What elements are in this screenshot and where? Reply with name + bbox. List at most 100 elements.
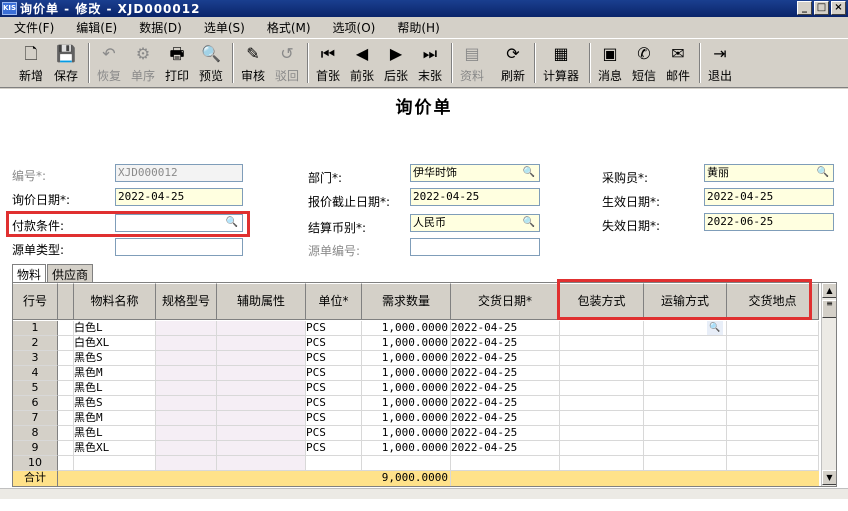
table-cell[interactable] xyxy=(217,366,306,381)
column-header[interactable] xyxy=(58,283,74,320)
table-cell[interactable]: PCS xyxy=(306,396,362,411)
table-row[interactable]: 7 黑色M PCS 1,000.0000 2022-04-25 xyxy=(13,411,819,426)
table-cell[interactable]: 1,000.0000 xyxy=(362,396,451,411)
table-cell[interactable] xyxy=(727,321,819,336)
table-cell[interactable]: 2022-04-25 xyxy=(451,441,560,456)
scroll-down-icon[interactable]: ▼ xyxy=(822,470,836,485)
restore-button[interactable]: ↶ 恢复 xyxy=(92,42,126,86)
table-cell[interactable] xyxy=(58,411,74,426)
table-cell[interactable] xyxy=(74,456,156,471)
table-cell[interactable] xyxy=(306,456,362,471)
menu-help[interactable]: 帮助(H) xyxy=(397,19,439,36)
table-cell[interactable] xyxy=(156,411,217,426)
column-header[interactable]: 辅助属性 xyxy=(217,283,306,320)
source-type-field[interactable] xyxy=(115,238,243,256)
table-cell[interactable]: 2022-04-25 xyxy=(451,321,560,336)
table-cell[interactable] xyxy=(156,381,217,396)
sequence-button[interactable]: ⚙ 单序 xyxy=(126,42,160,86)
table-cell[interactable] xyxy=(58,426,74,441)
table-row[interactable]: 6 黑色S PCS 1,000.0000 2022-04-25 xyxy=(13,396,819,411)
calculator-button[interactable]: ▦ 计算器 xyxy=(538,42,584,86)
table-cell[interactable] xyxy=(644,441,727,456)
table-cell[interactable]: 黑色XL xyxy=(74,441,156,456)
table-cell[interactable]: 2022-04-25 xyxy=(451,426,560,441)
message-button[interactable]: ▣ 消息 xyxy=(593,42,627,86)
table-cell[interactable] xyxy=(560,351,644,366)
column-header[interactable]: 单位* xyxy=(306,283,362,320)
inquiry-date-field[interactable]: 2022-04-25 xyxy=(115,188,243,206)
column-header[interactable]: 物料名称 xyxy=(74,283,156,320)
table-cell[interactable] xyxy=(560,441,644,456)
menu-edit[interactable]: 编辑(E) xyxy=(76,19,117,36)
table-cell[interactable] xyxy=(727,396,819,411)
table-cell[interactable]: 白色XL xyxy=(74,336,156,351)
table-row[interactable]: 2 白色XL PCS 1,000.0000 2022-04-25 xyxy=(13,336,819,351)
number-field[interactable]: XJD000012 xyxy=(115,164,243,182)
effective-date-field[interactable]: 2022-04-25 xyxy=(704,188,834,206)
table-cell[interactable] xyxy=(58,351,74,366)
table-cell[interactable] xyxy=(156,396,217,411)
horizontal-scrollbar[interactable] xyxy=(0,488,848,499)
table-cell[interactable] xyxy=(451,456,560,471)
table-cell[interactable]: 1,000.0000 xyxy=(362,441,451,456)
approve-button[interactable]: ✎ 审核 xyxy=(236,42,270,86)
table-cell[interactable] xyxy=(217,411,306,426)
table-cell[interactable] xyxy=(58,321,74,336)
sms-button[interactable]: ✆ 短信 xyxy=(627,42,661,86)
table-cell[interactable]: 2022-04-25 xyxy=(451,381,560,396)
table-cell[interactable]: PCS xyxy=(306,441,362,456)
table-cell[interactable]: PCS xyxy=(306,411,362,426)
quote-deadline-field[interactable]: 2022-04-25 xyxy=(410,188,540,206)
table-cell[interactable] xyxy=(58,441,74,456)
column-header[interactable]: 规格型号 xyxy=(156,283,217,320)
next-button[interactable]: ▶ 后张 xyxy=(379,42,413,86)
close-button[interactable]: × xyxy=(831,1,846,15)
table-cell[interactable] xyxy=(644,351,727,366)
table-cell[interactable] xyxy=(156,351,217,366)
currency-field[interactable]: 人民币 🔍 xyxy=(410,214,540,232)
table-cell[interactable]: 2022-04-25 xyxy=(451,396,560,411)
table-cell[interactable] xyxy=(560,456,644,471)
table-cell[interactable] xyxy=(560,336,644,351)
table-cell[interactable]: 黑色M xyxy=(74,366,156,381)
table-cell[interactable] xyxy=(217,456,306,471)
reject-button[interactable]: ↺ 驳回 xyxy=(270,42,304,86)
lookup-icon[interactable]: 🔍 xyxy=(815,166,831,180)
table-cell[interactable] xyxy=(58,456,74,471)
info-button[interactable]: ▤ 资料 xyxy=(455,42,489,86)
menu-format[interactable]: 格式(M) xyxy=(267,19,311,36)
table-cell[interactable]: PCS xyxy=(306,381,362,396)
table-cell[interactable] xyxy=(362,456,451,471)
table-cell[interactable] xyxy=(217,351,306,366)
table-cell[interactable]: 1,000.0000 xyxy=(362,366,451,381)
table-cell[interactable] xyxy=(217,321,306,336)
print-button[interactable]: 🖶 打印 xyxy=(160,42,194,86)
table-cell[interactable] xyxy=(156,321,217,336)
table-cell[interactable] xyxy=(156,426,217,441)
table-cell[interactable] xyxy=(217,441,306,456)
table-row[interactable]: 5 黑色L PCS 1,000.0000 2022-04-25 xyxy=(13,381,819,396)
table-cell[interactable] xyxy=(727,456,819,471)
table-cell[interactable] xyxy=(644,411,727,426)
lookup-icon[interactable]: 🔍 xyxy=(521,216,537,230)
column-header[interactable]: 交货日期* xyxy=(451,283,560,320)
minimize-button[interactable]: _ xyxy=(797,1,812,15)
menu-file[interactable]: 文件(F) xyxy=(14,19,54,36)
table-cell[interactable]: PCS xyxy=(306,321,362,336)
last-button[interactable]: ⏭ 末张 xyxy=(413,42,447,86)
table-cell[interactable] xyxy=(644,366,727,381)
table-cell[interactable]: 白色L xyxy=(74,321,156,336)
table-cell[interactable] xyxy=(58,366,74,381)
table-cell[interactable] xyxy=(560,411,644,426)
table-cell[interactable] xyxy=(644,426,727,441)
table-row[interactable]: 4 黑色M PCS 1,000.0000 2022-04-25 xyxy=(13,366,819,381)
maximize-button[interactable]: □ xyxy=(814,1,829,15)
scroll-up-icon[interactable]: ▲ xyxy=(822,283,836,298)
tab-materials[interactable]: 物料 xyxy=(12,264,47,282)
previous-button[interactable]: ◀ 前张 xyxy=(345,42,379,86)
table-cell[interactable] xyxy=(58,336,74,351)
table-cell[interactable]: 黑色L xyxy=(74,426,156,441)
table-cell[interactable]: 1,000.0000 xyxy=(362,426,451,441)
table-cell[interactable]: 2022-04-25 xyxy=(451,411,560,426)
table-row[interactable]: 1 白色L PCS 1,000.0000 2022-04-25 🔍 xyxy=(13,321,819,336)
